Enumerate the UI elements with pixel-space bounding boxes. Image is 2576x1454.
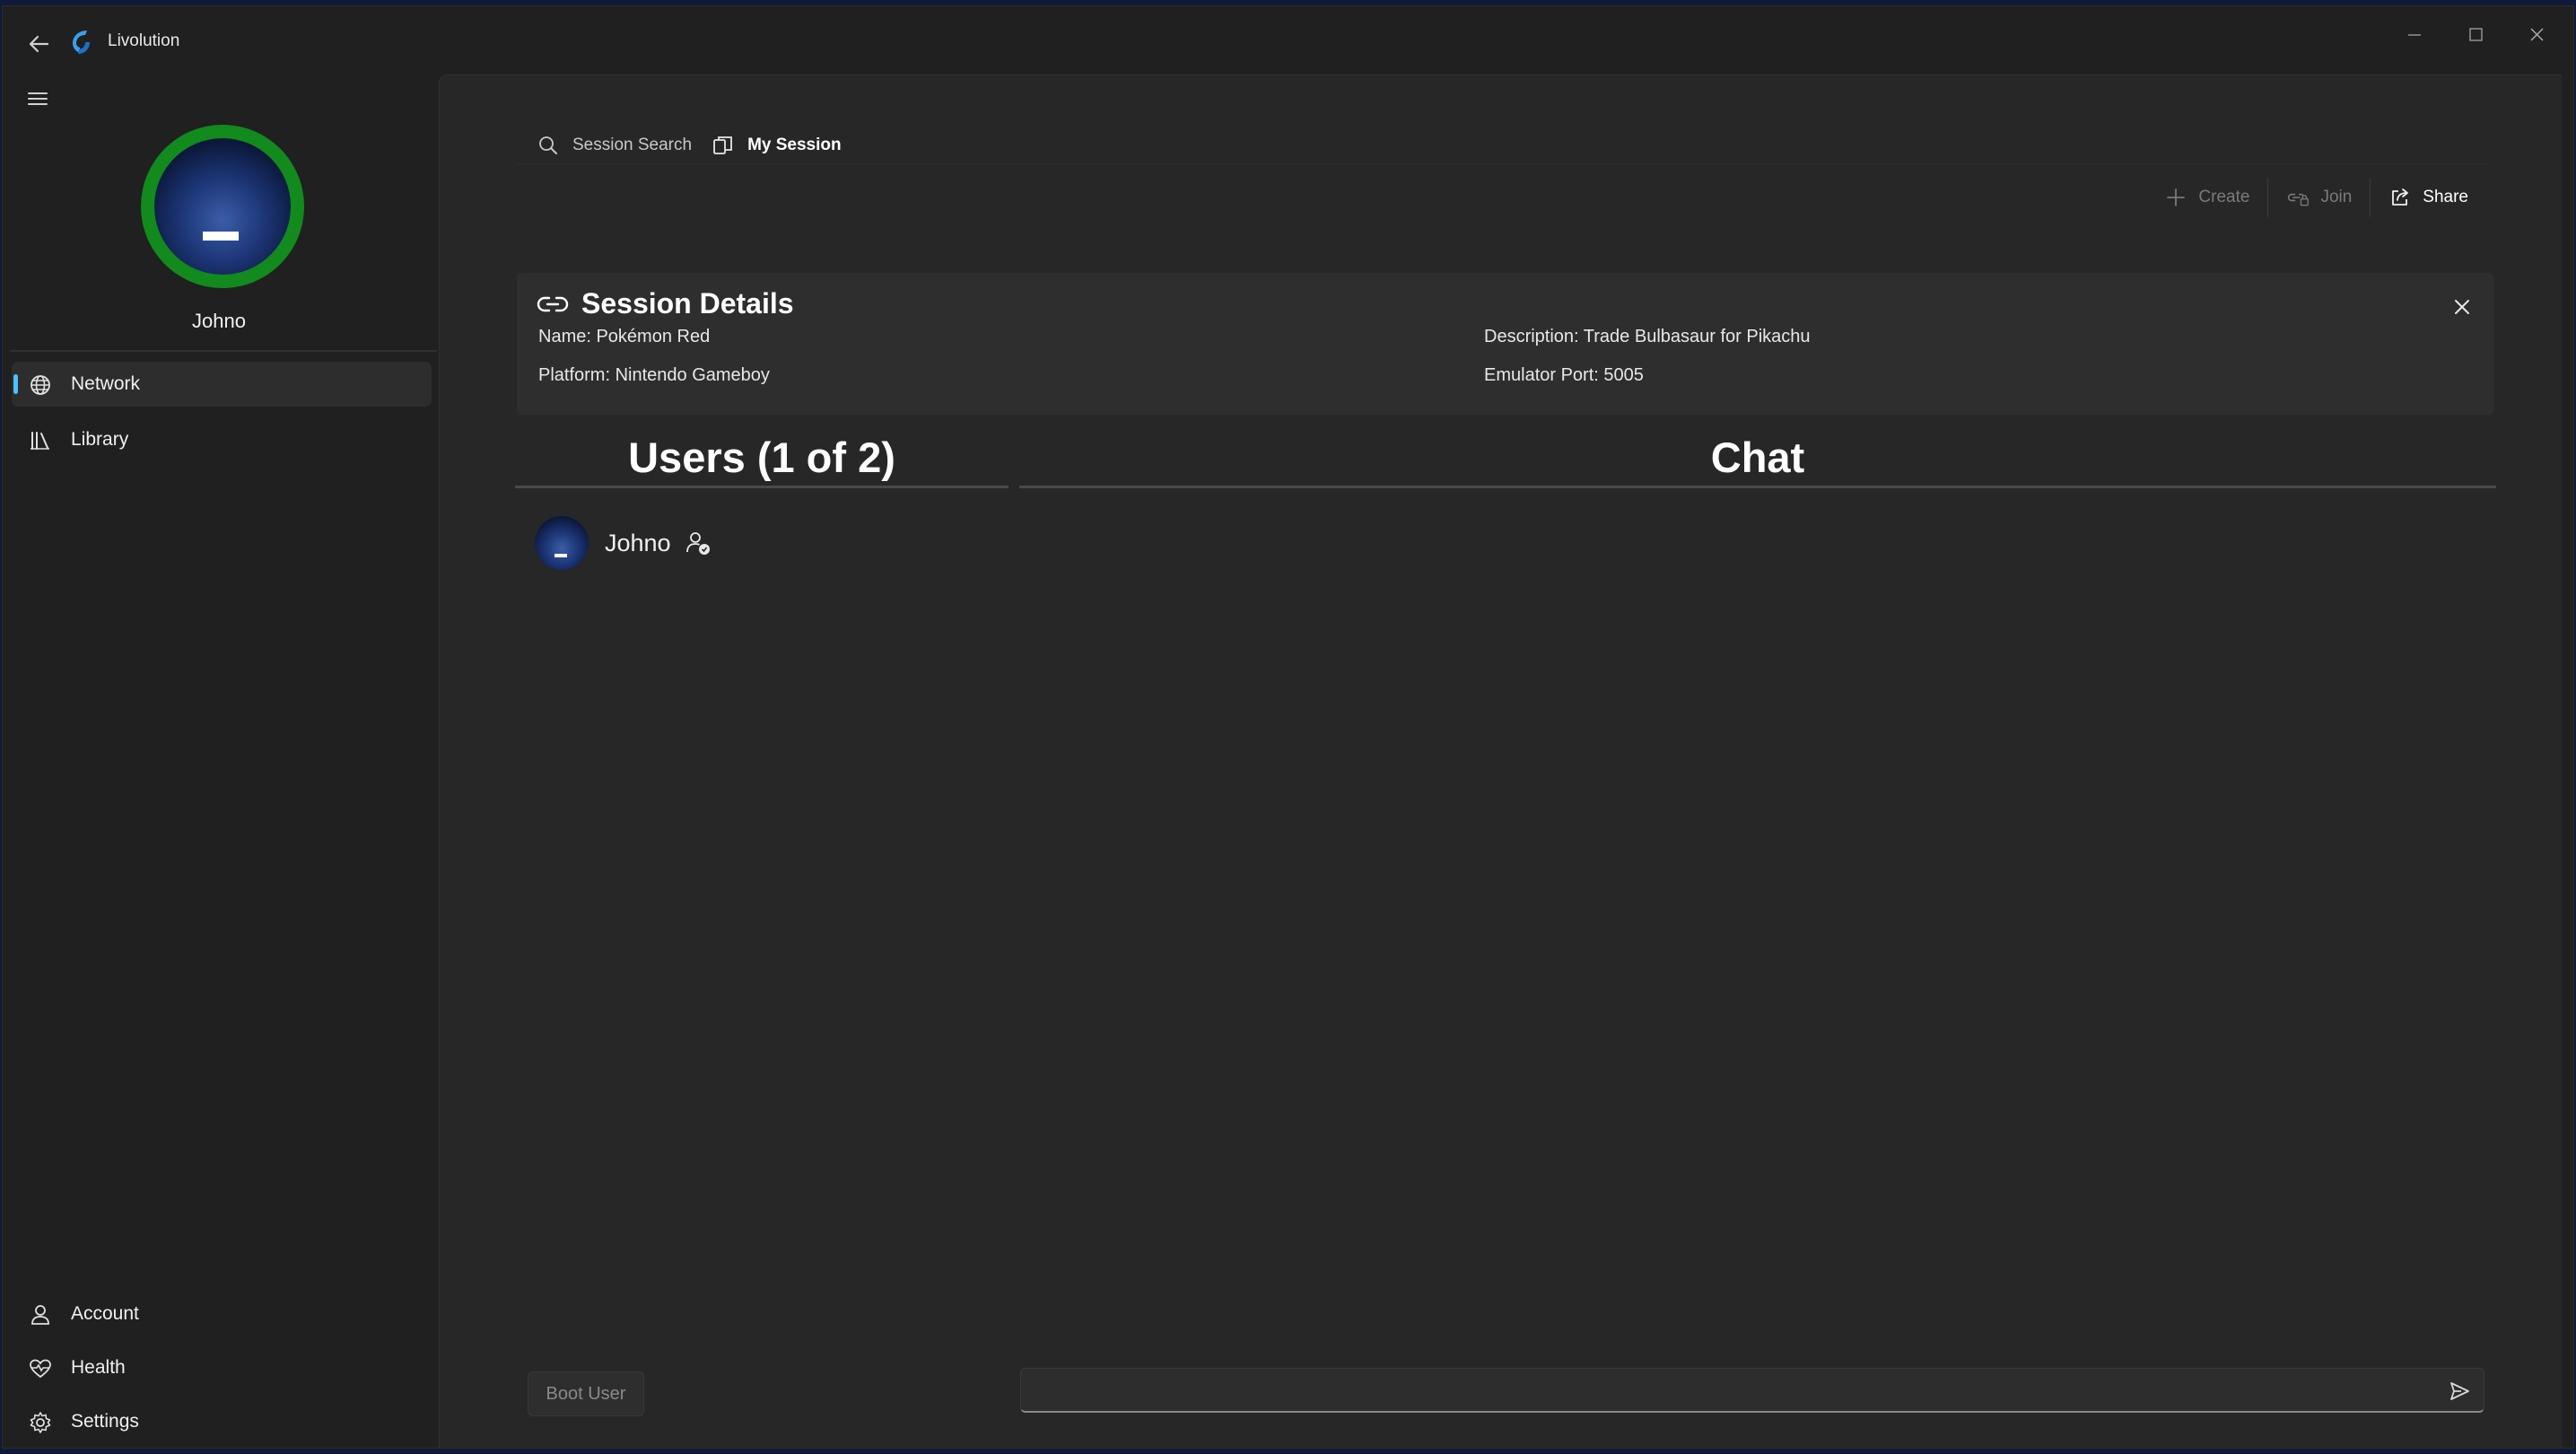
sidebar-item-label: Network <box>71 373 141 394</box>
gear-icon <box>30 1412 51 1433</box>
chat-underline <box>1019 486 2496 488</box>
sidebar-item-account[interactable]: Account <box>12 1292 432 1336</box>
create-button[interactable]: Create <box>2146 175 2267 220</box>
menu-toggle-button[interactable] <box>24 85 51 112</box>
send-button[interactable] <box>2446 1378 2473 1405</box>
maximize-icon <box>2469 28 2483 41</box>
app-logo-icon <box>69 28 92 57</box>
close-icon <box>2530 28 2544 41</box>
user-avatar <box>535 516 589 570</box>
app-window: Livolution Johno Network Library Account… <box>2 5 2574 1449</box>
tab-label: Session Search <box>572 136 693 154</box>
join-button[interactable]: Join <box>2268 175 2370 220</box>
tab-session-search[interactable]: Session Search <box>537 127 692 163</box>
session-details-title: Session Details <box>581 287 794 320</box>
session-icon <box>713 136 732 154</box>
sidebar-user-name: Johno <box>192 310 246 332</box>
users-underline <box>515 486 1009 488</box>
sidebar-divider <box>10 350 437 352</box>
sidebar-item-network[interactable]: Network <box>12 362 432 407</box>
maximize-button[interactable] <box>2456 19 2495 51</box>
back-arrow-icon <box>29 35 49 53</box>
link-icon <box>537 296 569 312</box>
avatar-photo <box>154 138 291 275</box>
session-details-panel: Session Details Name: Pokémon Red Platfo… <box>517 273 2494 415</box>
close-window-button[interactable] <box>2517 19 2556 51</box>
heart-pulse-icon <box>30 1359 51 1379</box>
tab-my-session[interactable]: My Session <box>712 127 842 163</box>
title-bar: Livolution <box>3 6 2573 74</box>
users-header: Users (1 of 2) <box>628 434 895 481</box>
chat-input[interactable] <box>1034 1374 2415 1406</box>
boot-user-button[interactable]: Boot User <box>528 1371 644 1416</box>
session-description: Description: Trade Bulbasaur for Pikachu <box>1484 327 1811 346</box>
host-user-icon <box>685 532 710 555</box>
sidebar-item-label: Settings <box>71 1411 139 1432</box>
selection-indicator <box>13 374 18 394</box>
sidebar-item-label: Health <box>71 1357 126 1378</box>
chat-input-box <box>1020 1368 2484 1413</box>
sidebar-item-settings[interactable]: Settings <box>12 1399 432 1444</box>
create-label: Create <box>2198 188 2250 206</box>
link-lock-icon <box>2288 193 2310 206</box>
main-content: Session Search My Session Create Join Sh… <box>439 74 2562 1448</box>
profile-avatar[interactable] <box>141 125 304 288</box>
app-title: Livolution <box>108 31 180 50</box>
minimize-button[interactable] <box>2395 19 2434 51</box>
library-icon <box>31 432 49 450</box>
plus-icon <box>2167 188 2186 206</box>
command-bar: Create Join Share <box>2146 172 2486 223</box>
session-platform: Platform: Nintendo Gameboy <box>538 365 770 385</box>
session-name: Name: Pokémon Red <box>538 327 711 346</box>
globe-icon <box>31 375 50 395</box>
session-emulator-port: Emulator Port: 5005 <box>1484 365 1644 385</box>
sidebar-item-health[interactable]: Health <box>12 1345 432 1390</box>
search-icon <box>539 136 557 154</box>
send-icon <box>2450 1382 2469 1400</box>
share-label: Share <box>2423 188 2468 206</box>
close-details-button[interactable] <box>2444 289 2480 325</box>
tab-label: My Session <box>747 136 842 154</box>
sidebar-item-label: Account <box>71 1303 139 1324</box>
hamburger-icon <box>28 92 48 105</box>
sidebar-item-label: Library <box>71 429 129 450</box>
join-label: Join <box>2320 188 2353 206</box>
person-icon <box>31 1305 49 1325</box>
tabs-divider <box>515 163 2489 164</box>
user-list-item[interactable]: Johno <box>535 515 712 571</box>
minimize-icon <box>2408 34 2421 36</box>
back-button[interactable] <box>22 28 55 60</box>
sidebar-item-library[interactable]: Library <box>12 417 432 462</box>
share-icon <box>2392 188 2409 206</box>
share-button[interactable]: Share <box>2371 175 2486 220</box>
close-icon <box>2455 300 2469 314</box>
chat-header: Chat <box>1710 434 1805 481</box>
session-tabs: Session Search My Session <box>537 127 861 163</box>
user-name: Johno <box>605 529 671 556</box>
